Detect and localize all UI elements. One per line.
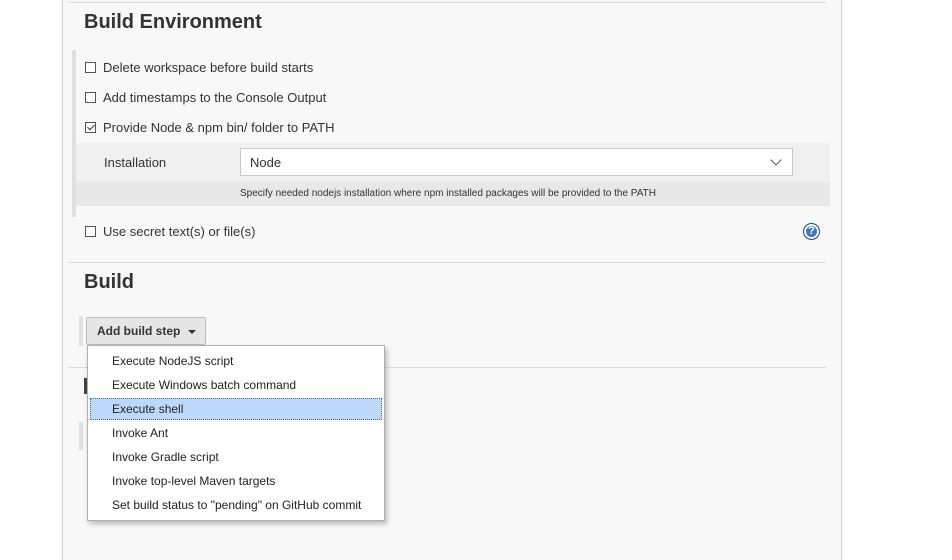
menu-item-set-github-pending[interactable]: Set build status to "pending" on GitHub … bbox=[90, 494, 382, 516]
build-environment-title: Build Environment bbox=[84, 11, 262, 33]
menu-item-execute-nodejs-script[interactable]: Execute NodeJS script bbox=[90, 350, 382, 372]
caret-down-icon bbox=[188, 330, 196, 334]
installation-label: Installation bbox=[104, 155, 167, 170]
build-title: Build bbox=[84, 271, 134, 293]
option-label: Delete workspace before build starts bbox=[103, 60, 314, 75]
use-secret-checkbox[interactable] bbox=[85, 226, 96, 237]
installation-selected-value: Node bbox=[250, 154, 282, 170]
option-add-timestamps[interactable]: Add timestamps to the Console Output bbox=[85, 90, 326, 105]
menu-item-invoke-gradle-script[interactable]: Invoke Gradle script bbox=[90, 446, 382, 468]
build-step-menu: Execute NodeJS script Execute Windows ba… bbox=[87, 345, 385, 521]
installation-hint: Specify needed nodejs installation where… bbox=[240, 188, 656, 199]
menu-item-invoke-ant[interactable]: Invoke Ant bbox=[90, 422, 382, 444]
section-indent-bar bbox=[79, 422, 83, 450]
help-icon[interactable]: ? bbox=[803, 223, 820, 240]
add-build-step-label: Add build step bbox=[97, 324, 181, 338]
menu-item-execute-shell[interactable]: Execute shell bbox=[90, 398, 382, 420]
divider bbox=[68, 262, 826, 263]
option-use-secret[interactable]: Use secret text(s) or file(s) bbox=[85, 224, 255, 239]
option-label: Provide Node & npm bin/ folder to PATH bbox=[103, 120, 335, 135]
chevron-down-icon bbox=[770, 154, 782, 166]
option-delete-workspace[interactable]: Delete workspace before build starts bbox=[85, 60, 313, 75]
option-label: Use secret text(s) or file(s) bbox=[103, 224, 256, 239]
delete-workspace-checkbox[interactable] bbox=[85, 62, 96, 73]
menu-item-invoke-maven-targets[interactable]: Invoke top-level Maven targets bbox=[90, 470, 382, 492]
option-provide-node[interactable]: Provide Node & npm bin/ folder to PATH bbox=[85, 120, 334, 135]
divider bbox=[68, 2, 826, 3]
section-indent-bar bbox=[79, 316, 83, 346]
menu-item-execute-windows-batch[interactable]: Execute Windows batch command bbox=[90, 374, 382, 396]
add-build-step-button[interactable]: Add build step bbox=[86, 317, 206, 345]
option-label: Add timestamps to the Console Output bbox=[103, 90, 327, 105]
add-timestamps-checkbox[interactable] bbox=[85, 92, 96, 103]
provide-node-checkbox[interactable] bbox=[85, 122, 96, 133]
installation-select[interactable]: Node bbox=[240, 148, 793, 176]
